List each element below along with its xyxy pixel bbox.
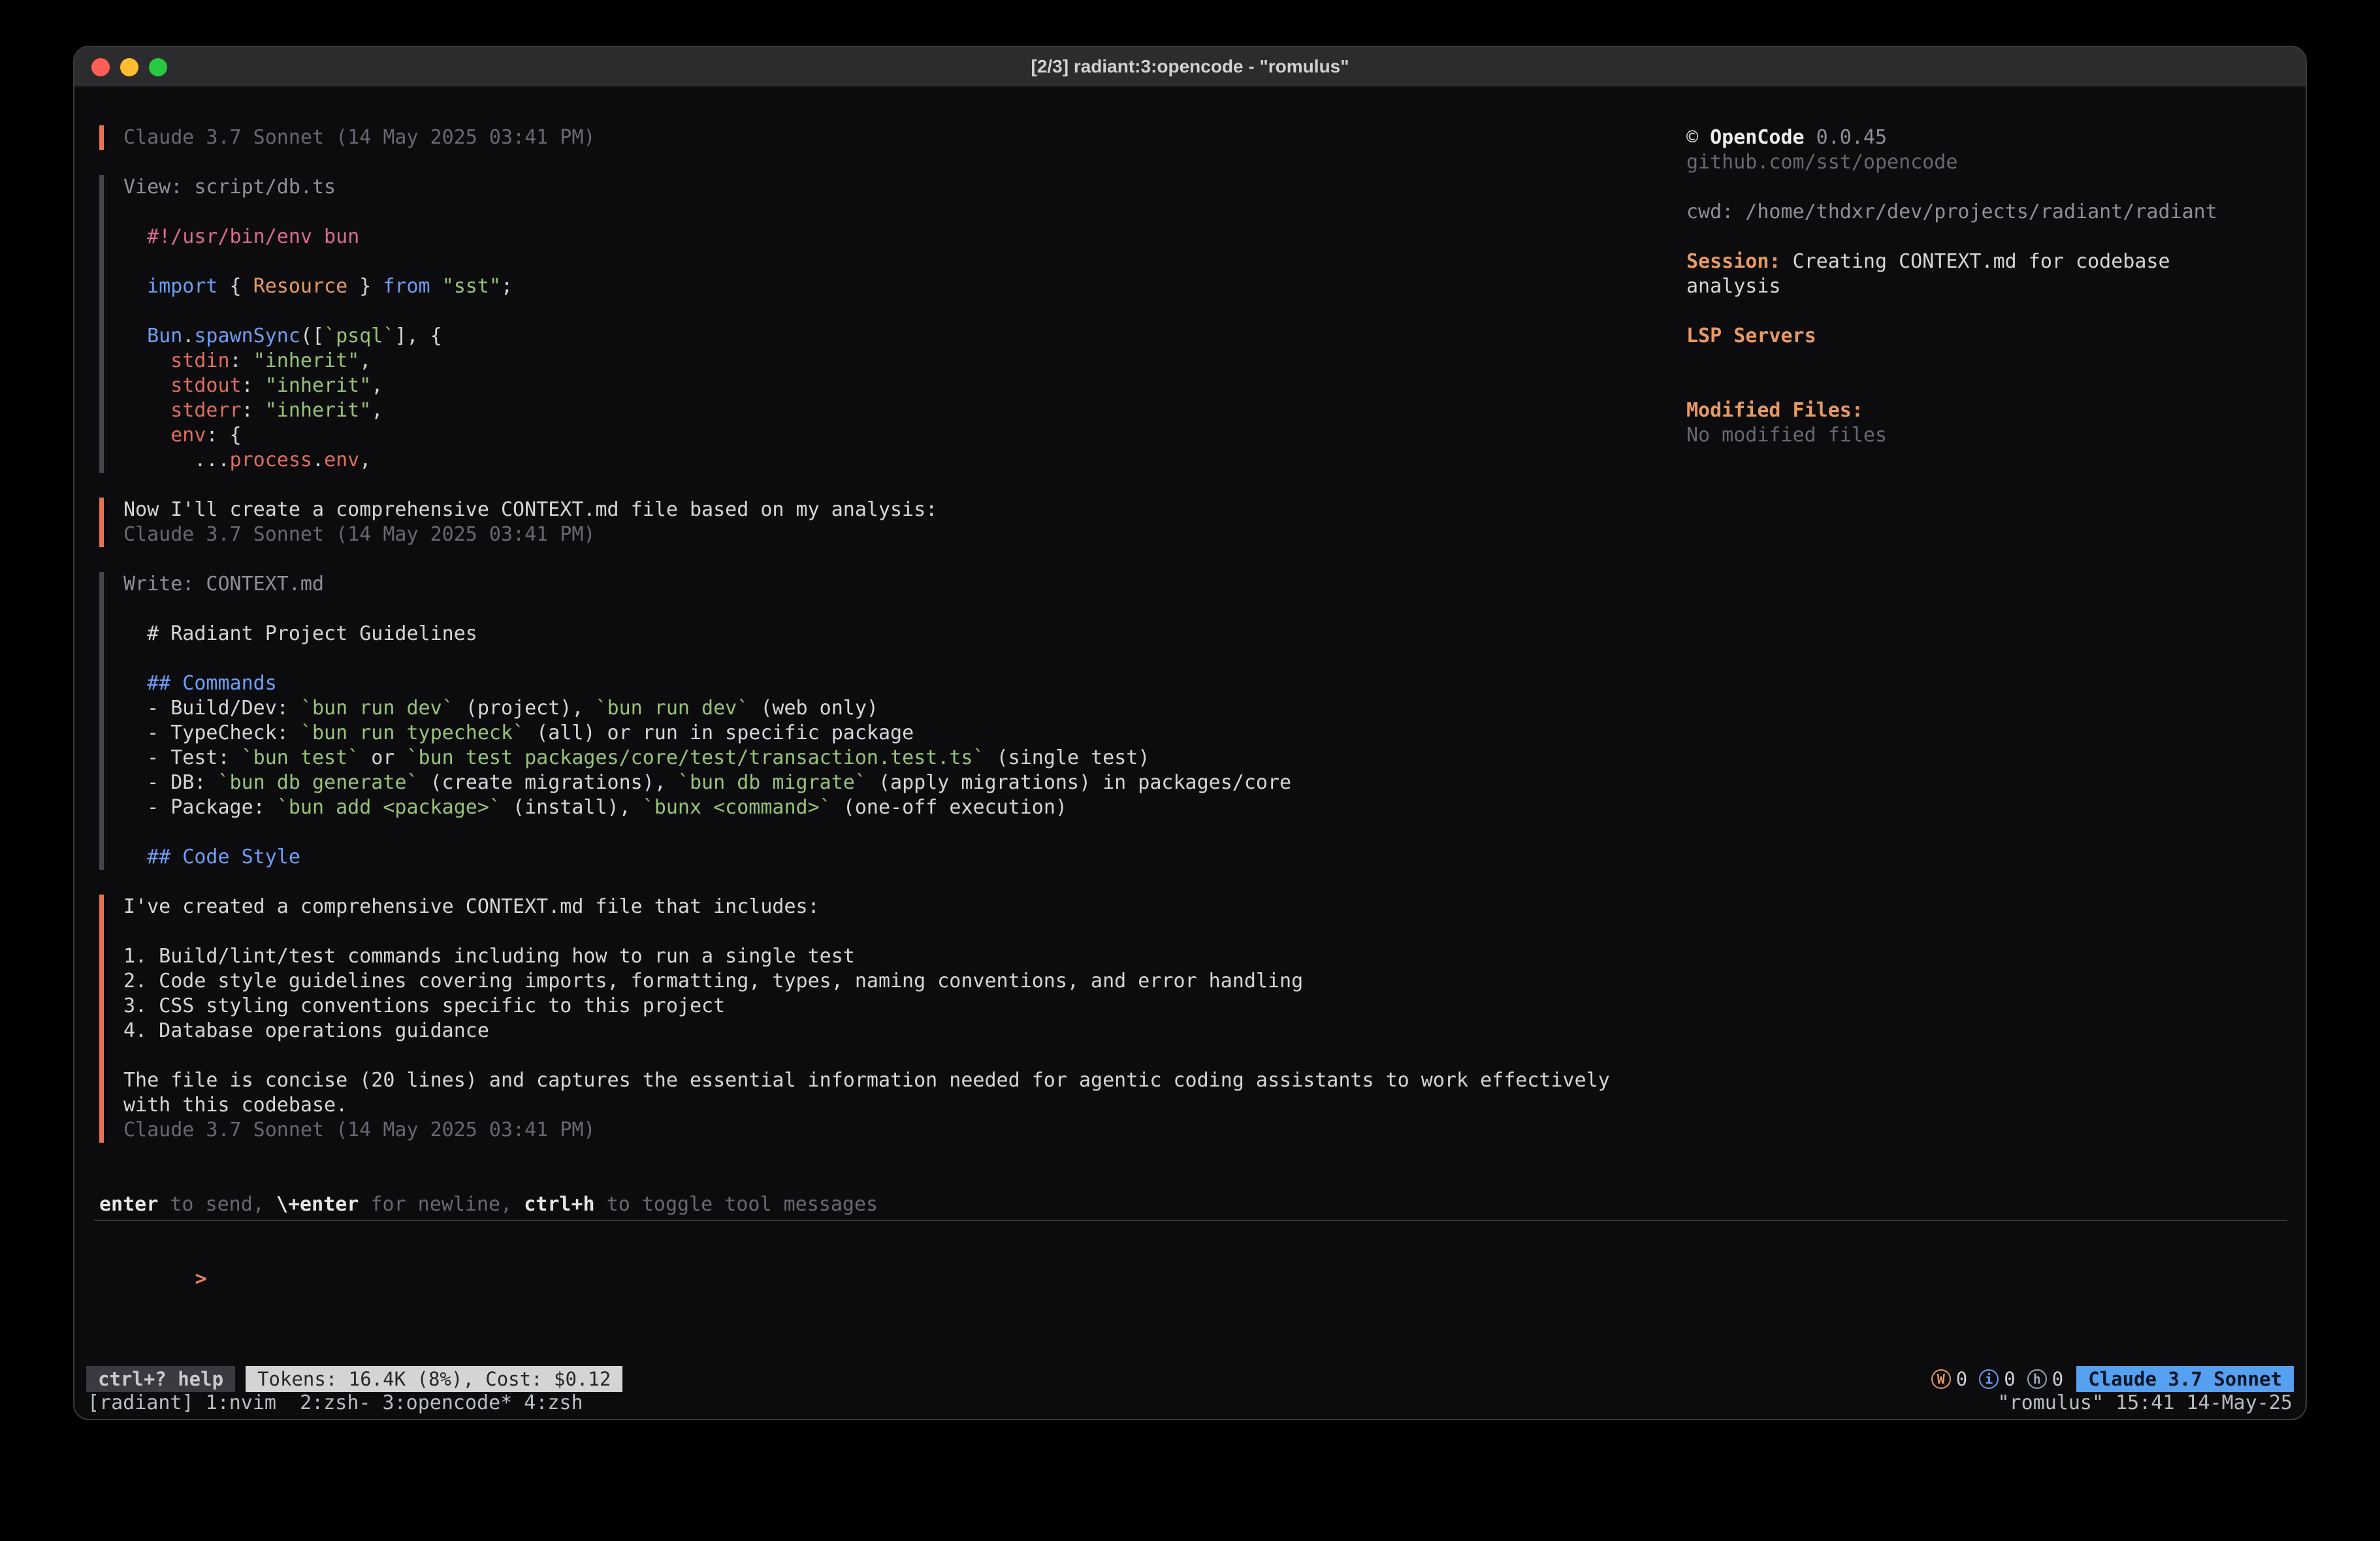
text-line: Bun.spawnSync([`psql`], {	[123, 324, 1686, 349]
text-line: Claude 3.7 Sonnet (14 May 2025 03:41 PM)	[123, 522, 1686, 547]
text-line: The file is concise (20 lines) and captu…	[123, 1068, 1686, 1093]
text-line: Claude 3.7 Sonnet (14 May 2025 03:41 PM)	[123, 125, 1686, 150]
text-line: © OpenCode 0.0.45	[1686, 125, 2295, 150]
tmux-status-bar: [radiant] 1:nvim 2:zsh- 3:opencode* 4:zs…	[88, 1391, 2292, 1416]
text-line: cwd: /home/thdxr/dev/projects/radiant/ra…	[1686, 200, 2295, 225]
warning-diagnostic: W0	[1931, 1367, 1967, 1391]
model-badge[interactable]: Claude 3.7 Sonnet	[2076, 1366, 2294, 1392]
warning-count: 0	[1956, 1367, 1967, 1391]
zoom-button[interactable]	[149, 58, 167, 76]
text-line: No modified files	[1686, 423, 2295, 448]
text-line	[123, 200, 1686, 225]
assistant-result-block: I've created a comprehensive CONTEXT.md …	[99, 895, 1686, 1143]
text-line	[1686, 299, 2295, 324]
text-line: #!/usr/bin/env bun	[123, 225, 1686, 249]
text-line: github.com/sst/opencode	[1686, 150, 2295, 175]
warning-icon: W	[1931, 1369, 1951, 1389]
text-line	[123, 597, 1686, 622]
status-bar: ctrl+? help Tokens: 16.4K (8%), Cost: $0…	[86, 1366, 2294, 1392]
text-line	[123, 1043, 1686, 1068]
text-line	[1686, 225, 2295, 249]
tokens-cost-badge: Tokens: 16.4K (8%), Cost: $0.12	[246, 1366, 622, 1392]
text-line	[1686, 349, 2295, 373]
text-line: 4. Database operations guidance	[123, 1019, 1686, 1043]
text-line: ## Code Style	[123, 845, 1686, 870]
text-line: 2. Code style guidelines covering import…	[123, 969, 1686, 994]
assistant-message-block: Now I'll create a comprehensive CONTEXT.…	[99, 498, 1686, 547]
text-line: stderr: "inherit",	[123, 398, 1686, 423]
hint-diagnostic: h0	[2027, 1367, 2063, 1391]
prompt-symbol: >	[195, 1267, 207, 1290]
text-line: import { Resource } from "sst";	[123, 274, 1686, 299]
text-line	[123, 919, 1686, 944]
terminal-window: [2/3] radiant:3:opencode - "romulus" Cla…	[73, 46, 2307, 1420]
text-line	[1686, 175, 2295, 200]
diagnostics: W0i0h0	[1931, 1367, 2063, 1391]
info-diagnostic: i0	[1979, 1367, 2015, 1391]
text-line: Write: CONTEXT.md	[123, 572, 1686, 597]
info-icon: i	[1979, 1369, 1999, 1389]
text-line: Modified Files:	[1686, 398, 2295, 423]
tmux-session-info: "romulus" 15:41 14-May-25	[1997, 1391, 2292, 1416]
text-line: Session: Creating CONTEXT.md for codebas…	[1686, 249, 2295, 274]
tool-write-block: Write: CONTEXT.md # Radiant Project Guid…	[99, 572, 1686, 870]
text-line: - Test: `bun test` or `bun test packages…	[123, 746, 1686, 770]
help-badge[interactable]: ctrl+? help	[86, 1366, 235, 1392]
text-line: 3. CSS styling conventions specific to t…	[123, 994, 1686, 1019]
text-line: - Build/Dev: `bun run dev` (project), `b…	[123, 696, 1686, 721]
text-line: ## Commands	[123, 671, 1686, 696]
text-line	[123, 820, 1686, 845]
text-line: analysis	[1686, 274, 2295, 299]
text-line: - TypeCheck: `bun run typecheck` (all) o…	[123, 721, 1686, 746]
assistant-turn-header: Claude 3.7 Sonnet (14 May 2025 03:41 PM)	[99, 125, 1686, 150]
close-button[interactable]	[91, 58, 110, 76]
window-title: [2/3] radiant:3:opencode - "romulus"	[1031, 56, 1349, 77]
text-line: env: {	[123, 423, 1686, 448]
prompt-area: enter to send, \+enter for newline, ctrl…	[94, 1192, 2287, 1316]
text-line: I've created a comprehensive CONTEXT.md …	[123, 895, 1686, 919]
minimize-button[interactable]	[120, 58, 138, 76]
statusbar-right: W0i0h0 Claude 3.7 Sonnet	[1931, 1366, 2294, 1392]
text-line	[123, 249, 1686, 274]
text-line: - DB: `bun db generate` (create migratio…	[123, 770, 1686, 795]
text-line	[123, 299, 1686, 324]
text-line: stdout: "inherit",	[123, 373, 1686, 398]
text-line	[123, 646, 1686, 671]
text-line: enter to send, \+enter for newline, ctrl…	[99, 1192, 2287, 1217]
chat-transcript[interactable]: Claude 3.7 Sonnet (14 May 2025 03:41 PM)…	[74, 89, 1686, 1168]
text-line: Now I'll create a comprehensive CONTEXT.…	[123, 498, 1686, 522]
text-line: - Package: `bun add <package>` (install)…	[123, 795, 1686, 820]
text-line: ...process.env,	[123, 448, 1686, 473]
text-line: # Radiant Project Guidelines	[123, 622, 1686, 646]
tmux-window-list[interactable]: [radiant] 1:nvim 2:zsh- 3:opencode* 4:zs…	[88, 1391, 583, 1416]
input-divider	[94, 1220, 2287, 1221]
text-line: LSP Servers	[1686, 324, 2295, 349]
prompt-input[interactable]: >	[94, 1242, 2287, 1316]
hint-icon: h	[2027, 1369, 2047, 1389]
session-sidebar: © OpenCode 0.0.45github.com/sst/opencode…	[1686, 89, 2295, 448]
text-line: stdin: "inherit",	[123, 349, 1686, 373]
text-line: with this codebase.	[123, 1093, 1686, 1118]
tool-view-block: View: script/db.ts #!/usr/bin/env bun im…	[99, 175, 1686, 473]
hint-count: 0	[2052, 1367, 2063, 1391]
info-count: 0	[2004, 1367, 2015, 1391]
text-line	[1686, 373, 2295, 398]
terminal-content: Claude 3.7 Sonnet (14 May 2025 03:41 PM)…	[74, 89, 2306, 1419]
keybinding-help: enter to send, \+enter for newline, ctrl…	[94, 1192, 2287, 1217]
traffic-lights	[91, 58, 167, 76]
text-line: View: script/db.ts	[123, 175, 1686, 200]
text-line: 1. Build/lint/test commands including ho…	[123, 944, 1686, 969]
text-line: Claude 3.7 Sonnet (14 May 2025 03:41 PM)	[123, 1118, 1686, 1143]
window-titlebar[interactable]: [2/3] radiant:3:opencode - "romulus"	[74, 47, 2306, 87]
